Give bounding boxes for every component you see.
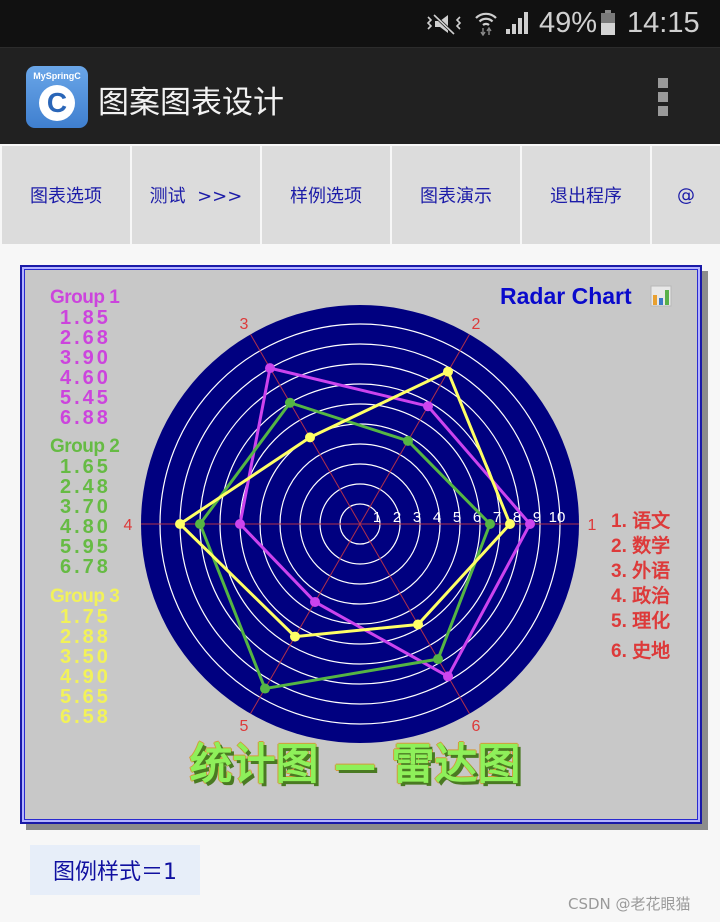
legend-entry: 6.88 xyxy=(60,407,111,429)
category-label: 2. 数学 xyxy=(611,536,671,557)
legend-entry: 4.90 xyxy=(60,666,111,688)
legend-entry: 6.58 xyxy=(60,706,111,728)
legend-entry: 2.88 xyxy=(60,626,111,648)
series-point xyxy=(413,619,423,630)
legend-entry: 1.85 xyxy=(60,307,111,329)
category-label: 1. 语文 xyxy=(611,511,671,532)
legend-entry: 3.90 xyxy=(60,347,111,369)
legend-entry: 4.60 xyxy=(60,367,111,389)
legend-group-title: Group 2 xyxy=(50,436,120,457)
series-point xyxy=(265,363,275,374)
series-point xyxy=(260,683,270,694)
series-point xyxy=(403,435,413,446)
axis-number-label: 3 xyxy=(240,316,249,333)
legend-entry: 2.48 xyxy=(60,476,111,498)
axis-number-label: 2 xyxy=(472,316,481,333)
legend-entry: 1.75 xyxy=(60,606,111,628)
legend-entry: 6.78 xyxy=(60,556,111,578)
series-point xyxy=(235,519,245,529)
legend-group-title: Group 1 xyxy=(50,287,120,308)
axis-number-label: 1 xyxy=(588,517,597,534)
series-point xyxy=(423,401,433,412)
chart-title: Radar Chart xyxy=(500,283,632,309)
legend-entry: 5.95 xyxy=(60,536,111,558)
bar-chart-icon xyxy=(650,285,672,307)
legend-entry: 5.45 xyxy=(60,387,111,409)
legend-entry: 5.65 xyxy=(60,686,111,708)
series-point xyxy=(285,397,295,408)
series-point xyxy=(305,432,315,443)
legend-entry: 3.70 xyxy=(60,496,111,518)
series-point xyxy=(443,366,453,377)
category-label: 5. 理化 xyxy=(611,611,671,632)
legend-entry: 2.68 xyxy=(60,327,111,349)
ring-tick-label: 4 xyxy=(433,509,441,526)
series-point xyxy=(525,519,535,529)
series-point xyxy=(505,519,515,529)
series-point xyxy=(195,519,205,529)
legend-entry: 4.80 xyxy=(60,516,111,538)
watermark: CSDN @老花眼猫 xyxy=(568,895,691,913)
legend-group-title: Group 3 xyxy=(50,586,120,607)
category-label: 6. 史地 xyxy=(611,641,671,662)
ring-tick-label: 2 xyxy=(393,509,401,526)
category-label: 3. 外语 xyxy=(611,561,671,582)
axis-number-label: 4 xyxy=(124,517,133,534)
ring-tick-label: 1 xyxy=(373,509,381,526)
series-point xyxy=(290,631,300,642)
ring-tick-label: 5 xyxy=(453,509,461,526)
legend-entry: 1.65 xyxy=(60,456,111,478)
ring-tick-label: 3 xyxy=(413,509,421,526)
series-point xyxy=(485,519,495,529)
series-point xyxy=(443,671,453,682)
series-point xyxy=(433,654,443,665)
ring-tick-label: 10 xyxy=(549,509,566,526)
legend-style-button[interactable]: 图例样式＝1 xyxy=(30,845,200,895)
series-point xyxy=(310,596,320,607)
series-point xyxy=(175,519,185,529)
category-label: 4. 政治 xyxy=(611,586,671,607)
chart-subtitle: 统计图 — 雷达图 xyxy=(189,740,521,790)
legend-entry: 3.50 xyxy=(60,646,111,668)
